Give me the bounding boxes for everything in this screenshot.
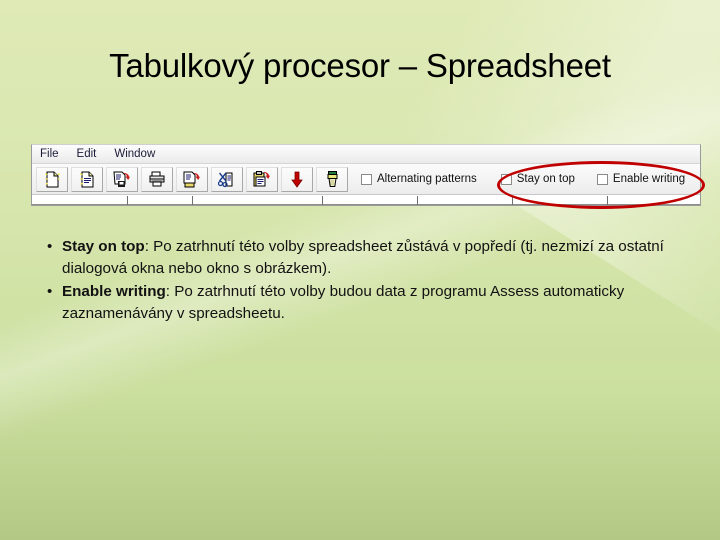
checkbox-stay-on-top-label: Stay on top — [516, 173, 575, 185]
menu-item-edit[interactable]: Edit — [77, 145, 106, 164]
list-item: • Enable writing: Po zatrhnutí této volb… — [44, 281, 669, 325]
save-document-button[interactable] — [106, 166, 138, 192]
checkbox-stay-on-top-box[interactable] — [500, 173, 512, 185]
bullet-term: Enable writing — [62, 283, 166, 300]
menu-item-window[interactable]: Window — [114, 145, 164, 164]
column-tick — [322, 196, 323, 205]
brush-icon — [325, 170, 340, 188]
column-header-strip — [32, 195, 700, 205]
bullet-description: Po zatrhnutí této volby spreadsheet zůst… — [62, 238, 664, 277]
bullet-separator: : — [144, 238, 154, 255]
checkbox-enable-writing[interactable]: Enable writing — [596, 173, 686, 185]
cut-scissors-icon — [218, 171, 236, 188]
menubar: File Edit Window — [32, 145, 700, 164]
print-preview-icon — [183, 171, 201, 188]
toolbar: Alternating patterns Stay on top Enable … — [32, 164, 700, 195]
checkbox-alternating-patterns-label: Alternating patterns — [377, 173, 477, 185]
format-brush-button[interactable] — [316, 166, 348, 192]
open-document-icon — [79, 171, 96, 188]
page-title: Tabulkový procesor – Spreadsheet — [109, 47, 611, 84]
checkbox-alternating-patterns-box[interactable] — [361, 173, 372, 185]
menu-item-file[interactable]: File — [40, 145, 68, 164]
paste-clipboard-icon — [253, 170, 271, 188]
slide-background: Tabulkový procesor – Spreadsheet File Ed… — [0, 0, 720, 540]
checkbox-alternating-patterns[interactable]: Alternating patterns — [361, 173, 477, 185]
spreadsheet-window: File Edit Window Alternating patterns St… — [31, 144, 701, 206]
new-document-icon — [44, 171, 61, 188]
print-button[interactable] — [141, 166, 173, 192]
bullet-separator: : — [165, 283, 175, 300]
column-tick — [127, 196, 128, 205]
checkbox-enable-writing-label: Enable writing — [612, 173, 686, 185]
bullet-marker: • — [47, 238, 53, 255]
open-document-button[interactable] — [71, 166, 103, 192]
print-preview-button[interactable] — [176, 166, 208, 192]
column-tick — [192, 196, 193, 205]
new-document-button[interactable] — [36, 166, 68, 192]
checkbox-stay-on-top[interactable]: Stay on top — [500, 173, 575, 185]
list-item: • Stay on top: Po zatrhnutí této volby s… — [44, 236, 669, 280]
checkbox-enable-writing-box[interactable] — [596, 173, 608, 185]
save-document-icon — [113, 171, 131, 188]
column-tick — [417, 196, 418, 205]
column-header-baseline — [32, 204, 700, 205]
bullet-marker: • — [47, 283, 53, 300]
column-tick — [512, 196, 513, 205]
bullet-list: • Stay on top: Po zatrhnutí této volby s… — [44, 236, 669, 326]
insert-down-button[interactable] — [281, 166, 313, 192]
paste-button[interactable] — [246, 166, 278, 192]
cut-button[interactable] — [211, 166, 243, 192]
print-icon — [148, 171, 166, 187]
bullet-content: Stay on top: Po zatrhnutí této volby spr… — [62, 236, 669, 280]
bullet-content: Enable writing: Po zatrhnutí této volby … — [62, 281, 669, 325]
bullet-term: Stay on top — [62, 238, 145, 255]
column-tick — [607, 196, 608, 205]
down-arrow-icon — [290, 171, 304, 188]
